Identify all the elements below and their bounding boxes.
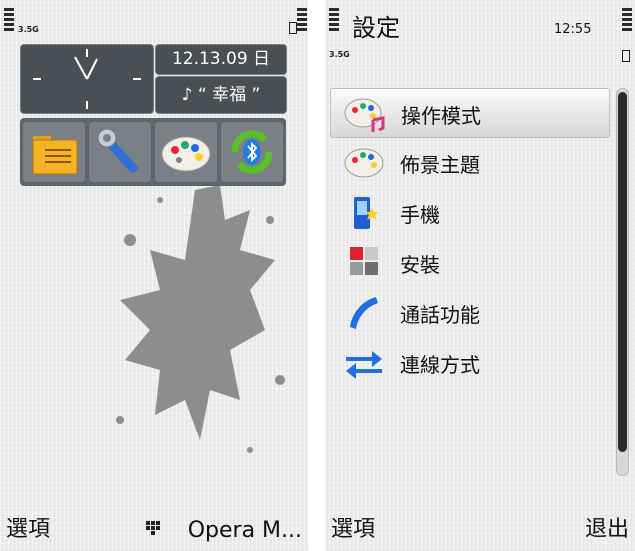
- home-screen: 3.5G 12.13.09 日 ♪ “ 幸福 ” 選項 Opera M...: [0, 0, 308, 551]
- options-softkey[interactable]: 選項: [331, 511, 375, 543]
- menu-key-icon[interactable]: [146, 521, 160, 535]
- file-manager-shortcut[interactable]: [23, 122, 85, 182]
- themes-shortcut[interactable]: [155, 122, 217, 182]
- bluetooth-sync-icon: [231, 130, 273, 174]
- wallpaper-splash: [116, 185, 285, 453]
- menu-item-label: 通話功能: [400, 303, 480, 327]
- shortcut-bar: [20, 118, 286, 186]
- menu-item-installations[interactable]: 安裝: [330, 238, 610, 288]
- scrollbar-thumb[interactable]: [618, 92, 627, 452]
- battery-level-icon: [622, 8, 632, 33]
- signal-strength-icon: [329, 8, 339, 33]
- network-type: 3.5G: [329, 50, 350, 59]
- opera-mini-softkey[interactable]: Opera M...: [188, 518, 302, 543]
- clock-widget[interactable]: [20, 44, 154, 114]
- signal-strength-icon: [4, 8, 14, 33]
- battery-level-icon: [297, 8, 307, 33]
- music-player-widget[interactable]: ♪ “ 幸福 ”: [155, 76, 287, 114]
- menu-item-profiles[interactable]: 操作模式: [330, 88, 610, 138]
- tools-wrench-icon: [97, 128, 138, 173]
- scrollbar[interactable]: [616, 88, 629, 476]
- now-playing-title: “ 幸福 ”: [197, 85, 261, 105]
- music-note-icon: ♪: [181, 85, 193, 105]
- bluetooth-shortcut[interactable]: [221, 122, 283, 182]
- phone-icon: [354, 197, 379, 229]
- themes-palette-icon: [161, 136, 211, 172]
- soft-key-bar: 選項 退出: [325, 505, 635, 551]
- page-title: 設定: [352, 14, 400, 42]
- menu-item-label: 連線方式: [400, 353, 480, 377]
- settings-menu: 操作模式 佈景主題 手機 安裝 通話功能 連線方式: [330, 88, 610, 388]
- call-handset-icon: [350, 297, 378, 329]
- installations-icon: [350, 247, 378, 275]
- options-softkey[interactable]: 選項: [6, 511, 50, 543]
- menu-item-label: 佈景主題: [400, 153, 480, 177]
- menu-item-call-settings[interactable]: 通話功能: [330, 288, 610, 338]
- themes-palette-icon: [344, 148, 384, 178]
- connectivity-arrows-icon: [346, 351, 382, 379]
- menu-item-phone[interactable]: 手機: [330, 188, 610, 238]
- soft-key-bar: 選項 Opera M...: [0, 505, 308, 551]
- network-type: 3.5G: [18, 25, 39, 34]
- menu-item-label: 操作模式: [401, 104, 481, 128]
- exit-softkey[interactable]: 退出: [585, 511, 629, 543]
- menu-item-label: 手機: [400, 203, 440, 227]
- tools-shortcut[interactable]: [89, 122, 151, 182]
- date-display[interactable]: 12.13.09 日: [155, 44, 287, 75]
- battery-icon: [622, 50, 630, 62]
- profiles-palette-icon: [344, 98, 385, 132]
- menu-item-connectivity[interactable]: 連線方式: [330, 338, 610, 388]
- menu-item-themes[interactable]: 佈景主題: [330, 138, 610, 188]
- battery-icon: [289, 22, 297, 34]
- settings-screen: 設定 12:55 3.5G 操作模式 佈景主題 手機 安裝 通話功能 連線方式 …: [325, 0, 635, 551]
- menu-item-label: 安裝: [400, 253, 440, 277]
- clock-time: 12:55: [554, 22, 592, 37]
- analog-clock-icon: [33, 49, 141, 109]
- file-manager-icon: [32, 136, 78, 175]
